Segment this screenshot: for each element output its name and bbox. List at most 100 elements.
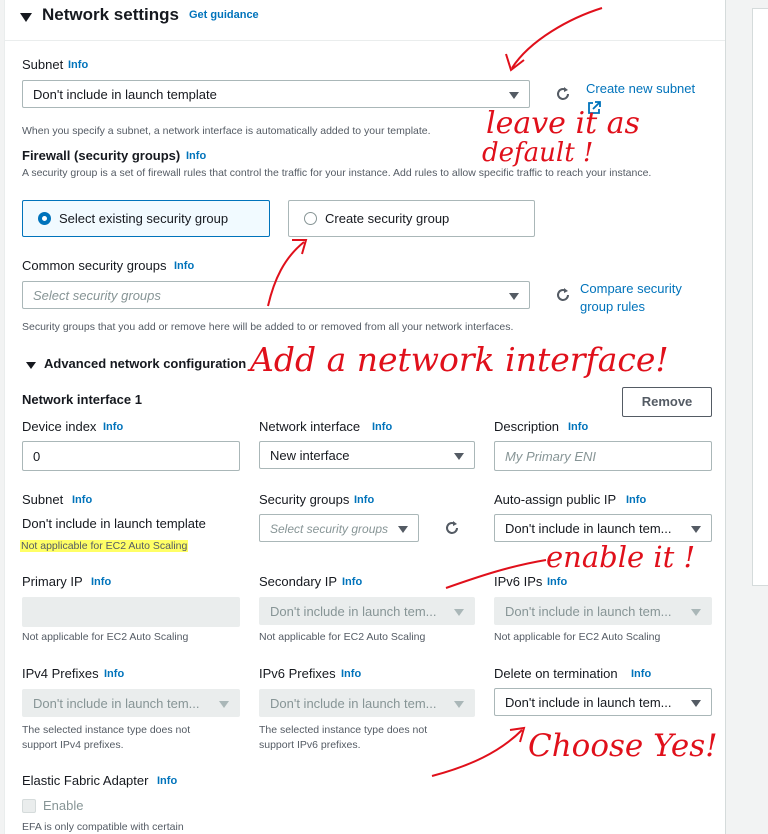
network-interface-value: New interface <box>270 448 350 463</box>
ipv6-ips-label: IPv6 IPs <box>494 574 543 589</box>
device-index-label: Device index <box>22 419 97 434</box>
auto-assign-value: Don't include in launch tem... <box>505 521 672 536</box>
description-input[interactable]: My Primary ENI <box>494 441 712 471</box>
description-label: Description <box>494 419 560 434</box>
annotation-choose-yes: Choose Yes! <box>528 728 718 764</box>
subnet-info-link[interactable]: Info <box>68 59 88 71</box>
ni-subnet-note: Not applicable for EC2 Auto Scaling <box>20 540 189 552</box>
device-index-input[interactable]: 0 <box>22 441 240 471</box>
side-panel-edge <box>752 8 768 586</box>
delete-on-termination-value: Don't include in launch tem... <box>505 695 672 710</box>
primary-ip-label: Primary IP <box>22 574 83 589</box>
efa-checkbox <box>22 799 36 813</box>
common-sg-label: Common security groups <box>22 258 167 273</box>
chevron-down-icon <box>219 701 229 708</box>
ipv6-ips-select: Don't include in launch tem... <box>494 597 712 625</box>
create-new-subnet-link[interactable]: Create new subnet <box>586 80 695 98</box>
firewall-label: Firewall (security groups) <box>22 148 181 163</box>
efa-note: EFA is only compatible with certain <box>22 821 184 833</box>
ipv6-ips-value: Don't include in launch tem... <box>505 604 672 619</box>
chevron-down-icon <box>509 293 519 300</box>
common-sg-select[interactable]: Select security groups <box>22 281 530 309</box>
device-index-info-link[interactable]: Info <box>103 421 123 433</box>
select-existing-sg-tile[interactable]: Select existing security group <box>22 200 270 237</box>
ipv6-prefixes-value: Don't include in launch tem... <box>270 696 437 711</box>
ni-subnet-info-link[interactable]: Info <box>72 494 92 506</box>
get-guidance-link[interactable]: Get guidance <box>189 9 259 21</box>
chevron-down-icon <box>691 526 701 533</box>
ni-sg-info-link[interactable]: Info <box>354 494 374 506</box>
network-interface-select[interactable]: New interface <box>259 441 475 469</box>
network-interface-info-link[interactable]: Info <box>372 421 392 433</box>
secondary-ip-label: Secondary IP <box>259 574 338 589</box>
efa-enable-label: Enable <box>43 798 84 813</box>
firewall-help: A security group is a set of firewall ru… <box>22 167 652 179</box>
chevron-down-icon <box>691 700 701 707</box>
refresh-icon[interactable] <box>554 286 572 304</box>
option-existing-label: Select existing security group <box>59 211 229 226</box>
ipv4-prefixes-select: Don't include in launch tem... <box>22 689 240 717</box>
chevron-down-icon <box>509 92 519 99</box>
subnet-label: Subnet <box>22 57 64 72</box>
chevron-down-icon <box>691 609 701 616</box>
common-sg-placeholder: Select security groups <box>33 288 161 303</box>
ni-sg-label: Security groups <box>259 492 350 507</box>
common-sg-info-link[interactable]: Info <box>174 260 194 272</box>
delete-on-termination-label: Delete on termination <box>494 666 618 681</box>
delete-on-termination-info-link[interactable]: Info <box>631 668 651 680</box>
chevron-down-icon <box>398 526 408 533</box>
ipv6-ips-note: Not applicable for EC2 Auto Scaling <box>494 631 661 643</box>
ipv4-prefixes-label: IPv4 Prefixes <box>22 666 99 681</box>
advanced-caret-icon[interactable] <box>26 357 36 375</box>
primary-ip-note: Not applicable for EC2 Auto Scaling <box>22 631 189 643</box>
secondary-ip-info-link[interactable]: Info <box>342 576 362 588</box>
refresh-icon[interactable] <box>443 519 461 537</box>
annotation-add-network-interface: Add a network interface! <box>250 340 669 379</box>
radio-unselected[interactable] <box>304 212 317 225</box>
description-placeholder: My Primary ENI <box>505 449 596 464</box>
efa-info-link[interactable]: Info <box>157 775 177 787</box>
description-info-link[interactable]: Info <box>568 421 588 433</box>
refresh-icon[interactable] <box>554 85 572 103</box>
ipv4-prefixes-value: Don't include in launch tem... <box>33 696 200 711</box>
common-sg-help: Security groups that you add or remove h… <box>22 321 514 333</box>
network-interface-title: Network interface 1 <box>22 392 142 407</box>
option-create-label: Create security group <box>325 211 450 226</box>
ipv4-prefixes-info-link[interactable]: Info <box>104 668 124 680</box>
chevron-down-icon <box>454 701 464 708</box>
ni-sg-select[interactable]: Select security groups <box>259 514 419 542</box>
auto-assign-info-link[interactable]: Info <box>626 494 646 506</box>
advanced-network-config-toggle[interactable]: Advanced network configuration <box>44 356 246 371</box>
efa-label: Elastic Fabric Adapter <box>22 773 149 788</box>
primary-ip-info-link[interactable]: Info <box>91 576 111 588</box>
ipv6-prefixes-select: Don't include in launch tem... <box>259 689 475 717</box>
firewall-info-link[interactable]: Info <box>186 150 206 162</box>
create-sg-tile[interactable]: Create security group <box>288 200 535 237</box>
secondary-ip-select: Don't include in launch tem... <box>259 597 475 625</box>
secondary-ip-note: Not applicable for EC2 Auto Scaling <box>259 631 426 643</box>
subnet-help: When you specify a subnet, a network int… <box>22 125 431 137</box>
remove-button[interactable]: Remove <box>622 387 712 417</box>
secondary-ip-value: Don't include in launch tem... <box>270 604 437 619</box>
header-divider <box>5 40 725 41</box>
compare-sg-rules-link[interactable]: Compare security group rules <box>580 280 700 316</box>
ni-subnet-value: Don't include in launch template <box>22 516 206 531</box>
ni-sg-placeholder: Select security groups <box>270 522 389 536</box>
ipv4-prefixes-note-2: support IPv4 prefixes. <box>22 739 124 751</box>
radio-selected[interactable] <box>38 212 51 225</box>
ipv4-prefixes-note-1: The selected instance type does not <box>22 724 191 736</box>
primary-ip-input <box>22 597 240 627</box>
chevron-down-icon <box>454 609 464 616</box>
subnet-select[interactable]: Don't include in launch template <box>22 80 530 108</box>
auto-assign-label: Auto-assign public IP <box>494 492 617 507</box>
subnet-select-value: Don't include in launch template <box>33 87 217 102</box>
ipv6-prefixes-label: IPv6 Prefixes <box>259 666 336 681</box>
ipv6-prefixes-info-link[interactable]: Info <box>341 668 361 680</box>
section-title: Network settings <box>42 5 179 24</box>
ipv6-prefixes-note-1: The selected instance type does not <box>259 724 428 736</box>
collapse-caret-icon[interactable] <box>20 9 32 27</box>
ipv6-ips-info-link[interactable]: Info <box>547 576 567 588</box>
annotation-leave-default-1: leave it as <box>486 106 640 141</box>
auto-assign-select[interactable]: Don't include in launch tem... <box>494 514 712 542</box>
delete-on-termination-select[interactable]: Don't include in launch tem... <box>494 688 712 716</box>
